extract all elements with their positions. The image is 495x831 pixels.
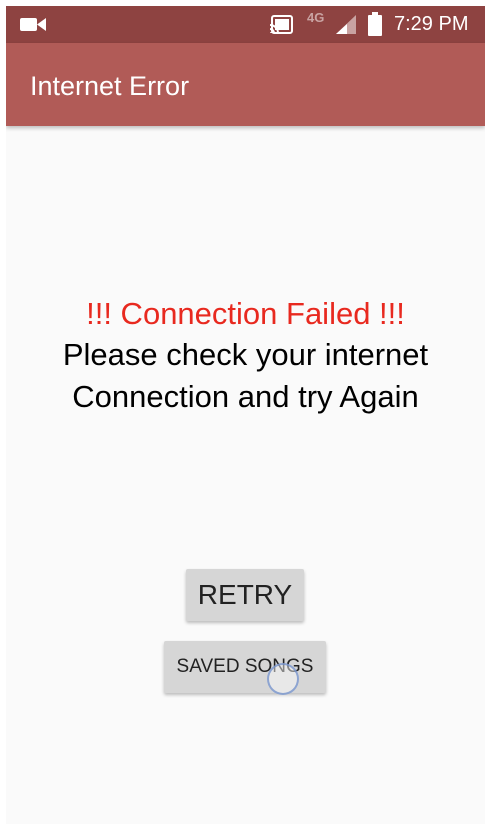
status-time: 7:29 PM xyxy=(394,13,469,35)
video-camera-icon xyxy=(20,18,46,31)
status-bar: 4G 7:29 PM xyxy=(6,6,485,43)
error-message: !!! Connection Failed !!! Please check y… xyxy=(6,294,485,418)
app-bar: Internet Error xyxy=(6,43,485,126)
device-screen: 4G 7:29 PM Internet Error !!! Connection… xyxy=(6,6,485,824)
touch-indicator xyxy=(267,663,299,695)
retry-button[interactable]: RETRY xyxy=(186,569,304,621)
cast-icon xyxy=(269,15,293,34)
error-detail-line-1: Please check your internet xyxy=(62,337,429,372)
page-title: Internet Error xyxy=(30,71,190,101)
battery-icon xyxy=(368,12,382,36)
network-type-label: 4G xyxy=(307,10,325,25)
signal-icon xyxy=(336,15,356,34)
saved-songs-button[interactable]: SAVED SONGS xyxy=(164,641,326,693)
error-detail-line-2: Connection and try Again xyxy=(72,379,419,414)
error-headline: !!! Connection Failed !!! xyxy=(86,296,405,331)
